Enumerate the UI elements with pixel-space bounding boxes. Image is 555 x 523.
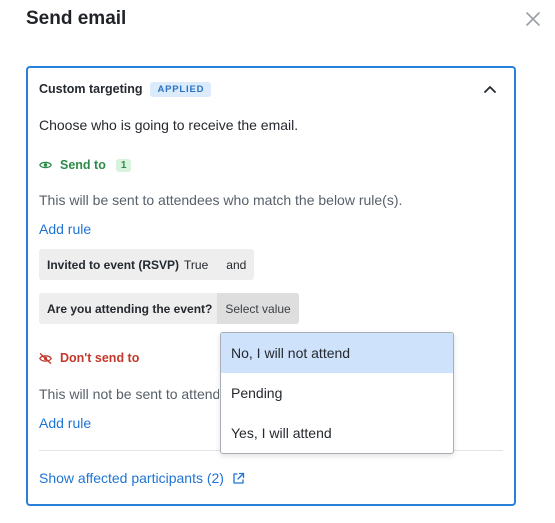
rule-label: Invited to event (RSVP) (47, 257, 180, 272)
dropdown-option-pending[interactable]: Pending (221, 373, 453, 413)
dont-send-to-description: This will not be sent to attendees who m… (39, 386, 219, 402)
close-icon (526, 12, 540, 26)
add-rule-dont-link[interactable]: Add rule (39, 415, 91, 431)
eye-icon (39, 161, 52, 169)
rule-value: True (184, 257, 209, 272)
close-button[interactable] (522, 8, 544, 30)
send-to-label: Send to (60, 158, 106, 172)
chevron-up-icon (484, 86, 496, 93)
intro-text: Choose who is going to receive the email… (39, 117, 299, 133)
select-value-dropdown[interactable]: Select value (217, 293, 299, 324)
rule-label: Are you attending the event? (47, 301, 213, 316)
rule-invited-to-event[interactable]: Invited to event (RSVP) True and (39, 249, 255, 280)
send-to-header: Send to 1 (39, 158, 132, 172)
collapse-button[interactable] (479, 78, 501, 100)
dont-send-to-header: Don't send to (39, 351, 139, 365)
modal-title: Send email (26, 8, 127, 29)
send-to-count-badge: 1 (115, 158, 132, 172)
dropdown-option-not-attend[interactable]: No, I will not attend (221, 333, 453, 373)
eye-off-icon (39, 352, 52, 364)
show-affected-participants-link[interactable]: Show affected participants (2) (39, 470, 245, 486)
rule-connector: and (226, 257, 247, 272)
send-to-description: This will be sent to attendees who match… (39, 192, 403, 208)
external-link-icon (233, 472, 245, 484)
applied-badge: APPLIED (150, 81, 212, 97)
show-affected-label: Show affected participants (2) (39, 470, 224, 486)
select-value-menu: No, I will not attend Pending Yes, I wil… (220, 332, 454, 454)
rule-attending-event: Are you attending the event? Select valu… (39, 293, 299, 324)
panel-header[interactable]: Custom targeting APPLIED (39, 78, 503, 100)
dont-send-to-label: Don't send to (60, 351, 140, 365)
dropdown-option-will-attend[interactable]: Yes, I will attend (221, 413, 453, 453)
panel-title: Custom targeting (39, 82, 143, 96)
add-rule-send-link[interactable]: Add rule (39, 221, 91, 237)
